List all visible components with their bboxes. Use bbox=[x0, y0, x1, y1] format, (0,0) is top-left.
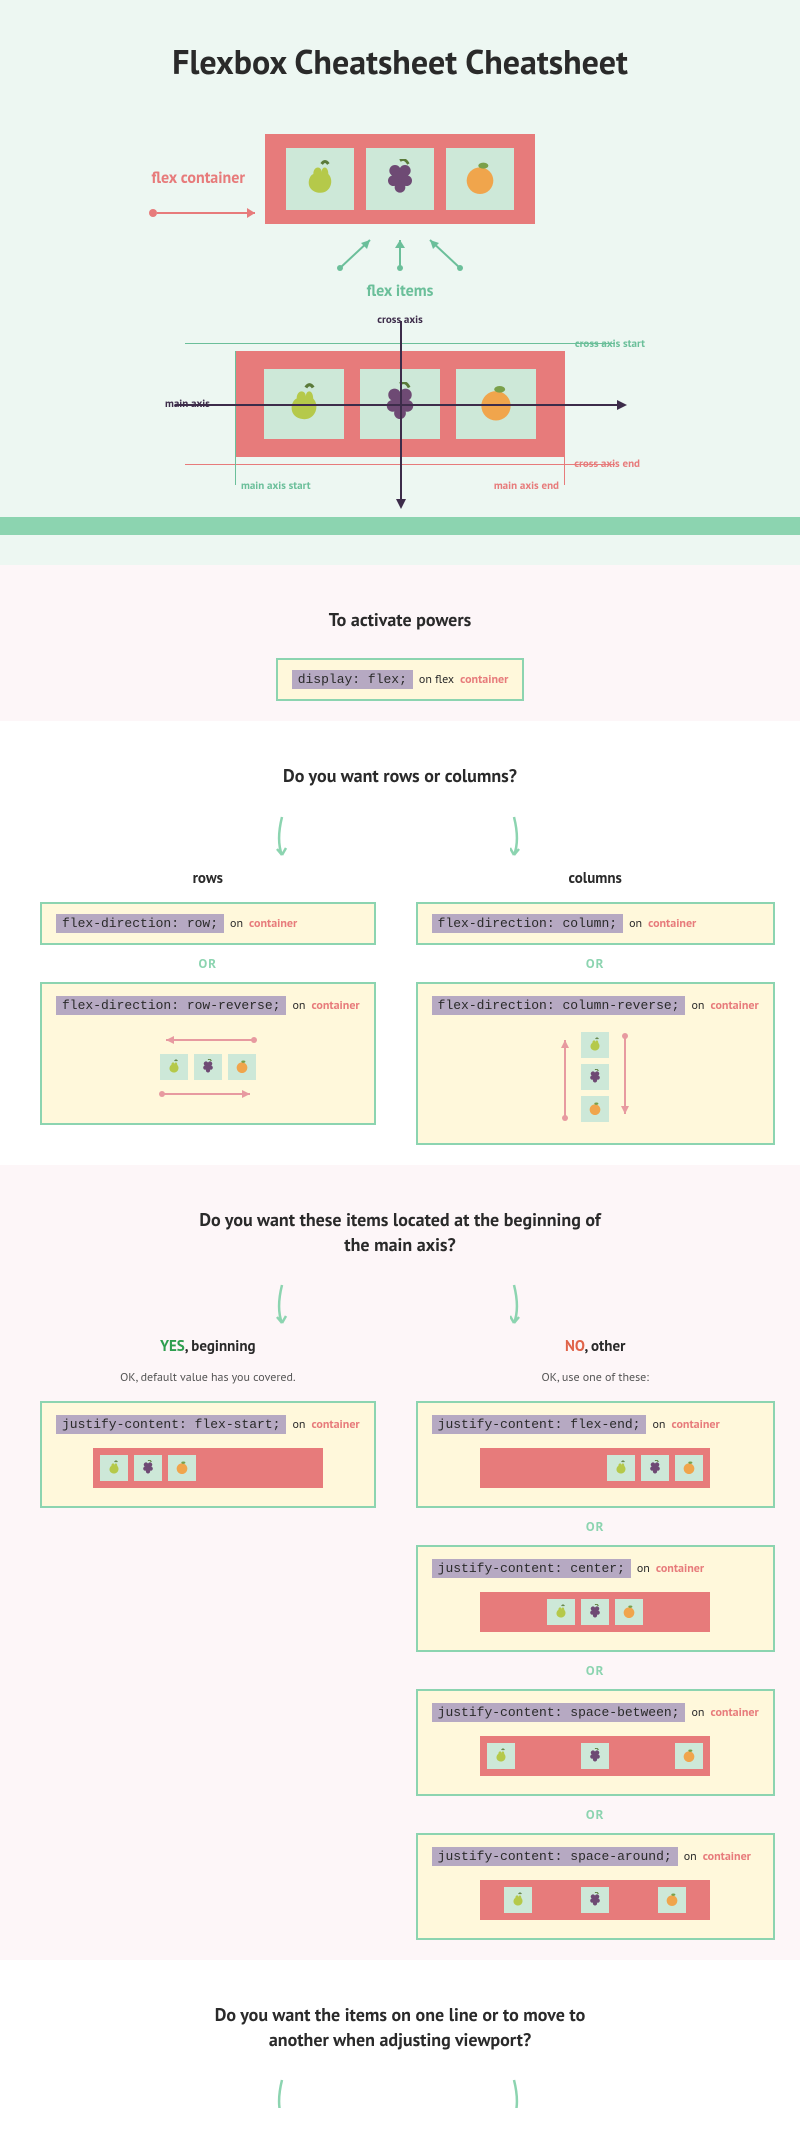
grape-icon bbox=[581, 1887, 609, 1913]
code-snippet: justify-content: space-around; bbox=[432, 1847, 678, 1866]
cross-axis-label: cross axis bbox=[377, 313, 422, 327]
arrow-down-icon bbox=[510, 2078, 524, 2108]
flex-start-demo bbox=[93, 1448, 323, 1488]
pear-icon bbox=[160, 1054, 188, 1080]
code-snippet: flex-direction: column; bbox=[432, 914, 623, 933]
orange-icon bbox=[675, 1455, 703, 1481]
main-axis-start-label: main axis start bbox=[241, 479, 311, 493]
wrap-section: Do you want the items on one line or to … bbox=[0, 1960, 800, 2108]
pear-icon bbox=[504, 1887, 532, 1913]
flex-container-label: flex container bbox=[125, 169, 245, 188]
code-snippet: display: flex; bbox=[292, 670, 413, 689]
flex-end-demo bbox=[480, 1448, 710, 1488]
grape-icon bbox=[134, 1455, 162, 1481]
code-snippet: justify-content: center; bbox=[432, 1559, 631, 1578]
pear-icon bbox=[286, 148, 354, 210]
flex-container-demo bbox=[265, 134, 535, 224]
code-card-column-reverse: flex-direction: column-reverse; on conta… bbox=[416, 982, 775, 1145]
justify-section: Do you want these items located at the b… bbox=[0, 1165, 800, 1960]
orange-icon bbox=[675, 1743, 703, 1769]
code-card-row: flex-direction: row; on container bbox=[40, 902, 376, 945]
pear-icon bbox=[487, 1743, 515, 1769]
page-title: Flexbox Cheatsheet Cheatsheet bbox=[0, 40, 800, 84]
code-snippet: justify-content: flex-end; bbox=[432, 1415, 647, 1434]
code-snippet: justify-content: flex-start; bbox=[56, 1415, 286, 1434]
code-card-flex-end: justify-content: flex-end; on container bbox=[416, 1401, 775, 1508]
main-axis-label: main axis bbox=[165, 397, 210, 411]
arrow-down-icon bbox=[510, 815, 524, 861]
orange-icon bbox=[581, 1096, 609, 1122]
center-demo bbox=[480, 1592, 710, 1632]
or-separator: OR bbox=[586, 1662, 605, 1679]
or-separator: OR bbox=[586, 1518, 605, 1535]
flex-items-label: flex items bbox=[0, 282, 800, 301]
section-heading: Do you want rows or columns? bbox=[190, 763, 610, 788]
code-snippet: justify-content: space-between; bbox=[432, 1703, 686, 1722]
arrow-down-icon bbox=[510, 1283, 524, 1329]
code-card-flex-start: justify-content: flex-start; on containe… bbox=[40, 1401, 376, 1508]
axis-diagram: main axis cross axis cross axis start cr… bbox=[235, 351, 565, 457]
arrow-down-icon bbox=[276, 1283, 290, 1329]
or-separator: OR bbox=[586, 1806, 605, 1823]
hero-section: Flexbox Cheatsheet Cheatsheet flex conta… bbox=[0, 0, 800, 565]
code-card-display-flex: display: flex; on flex container bbox=[276, 658, 525, 701]
main-axis-end-label: main axis end bbox=[494, 479, 559, 493]
yes-beginning-label: YES, beginning bbox=[160, 1337, 255, 1356]
code-card-column: flex-direction: column; on container bbox=[416, 902, 775, 945]
column-reverse-demo bbox=[578, 1029, 612, 1125]
grape-icon bbox=[581, 1599, 609, 1625]
code-snippet: flex-direction: row-reverse; bbox=[56, 996, 286, 1015]
code-snippet: flex-direction: column-reverse; bbox=[432, 996, 686, 1015]
no-other-label: NO, other bbox=[565, 1337, 625, 1356]
section-heading: Do you want the items on one line or to … bbox=[190, 2002, 610, 2052]
pear-icon bbox=[547, 1599, 575, 1625]
columns-label: columns bbox=[568, 869, 621, 888]
code-card-center: justify-content: center; on container bbox=[416, 1545, 775, 1652]
orange-icon bbox=[168, 1455, 196, 1481]
section-heading: Do you want these items located at the b… bbox=[190, 1207, 610, 1257]
pear-icon bbox=[100, 1455, 128, 1481]
or-separator: OR bbox=[586, 955, 605, 972]
grape-icon bbox=[366, 148, 434, 210]
section-heading: To activate powers bbox=[190, 607, 610, 632]
yes-note: OK, default value has you covered. bbox=[120, 1370, 295, 1387]
grape-icon bbox=[641, 1455, 669, 1481]
pear-icon bbox=[581, 1032, 609, 1058]
space-between-demo bbox=[480, 1736, 710, 1776]
code-snippet: flex-direction: row; bbox=[56, 914, 224, 933]
or-separator: OR bbox=[199, 955, 218, 972]
arrow-down-icon bbox=[276, 815, 290, 861]
direction-section: Do you want rows or columns? rows flex-d… bbox=[0, 721, 800, 1164]
grape-icon bbox=[194, 1054, 222, 1080]
arrow-down-icon bbox=[276, 2078, 290, 2108]
orange-icon bbox=[658, 1887, 686, 1913]
code-card-space-around: justify-content: space-around; on contai… bbox=[416, 1833, 775, 1940]
row-reverse-demo bbox=[157, 1051, 259, 1083]
no-note: OK, use one of these: bbox=[541, 1370, 648, 1387]
cross-axis-end-label: cross axis end bbox=[574, 457, 640, 471]
code-card-row-reverse: flex-direction: row-reverse; on containe… bbox=[40, 982, 376, 1125]
code-card-space-between: justify-content: space-between; on conta… bbox=[416, 1689, 775, 1796]
orange-icon bbox=[615, 1599, 643, 1625]
activate-section: To activate powers display: flex; on fle… bbox=[0, 565, 800, 721]
orange-icon bbox=[446, 148, 514, 210]
cross-axis-start-label: cross axis start bbox=[575, 337, 645, 351]
orange-icon bbox=[228, 1054, 256, 1080]
grape-icon bbox=[581, 1743, 609, 1769]
grape-icon bbox=[581, 1064, 609, 1090]
pear-icon bbox=[607, 1455, 635, 1481]
rows-label: rows bbox=[193, 869, 223, 888]
space-around-demo bbox=[480, 1880, 710, 1920]
section-divider bbox=[0, 517, 800, 535]
